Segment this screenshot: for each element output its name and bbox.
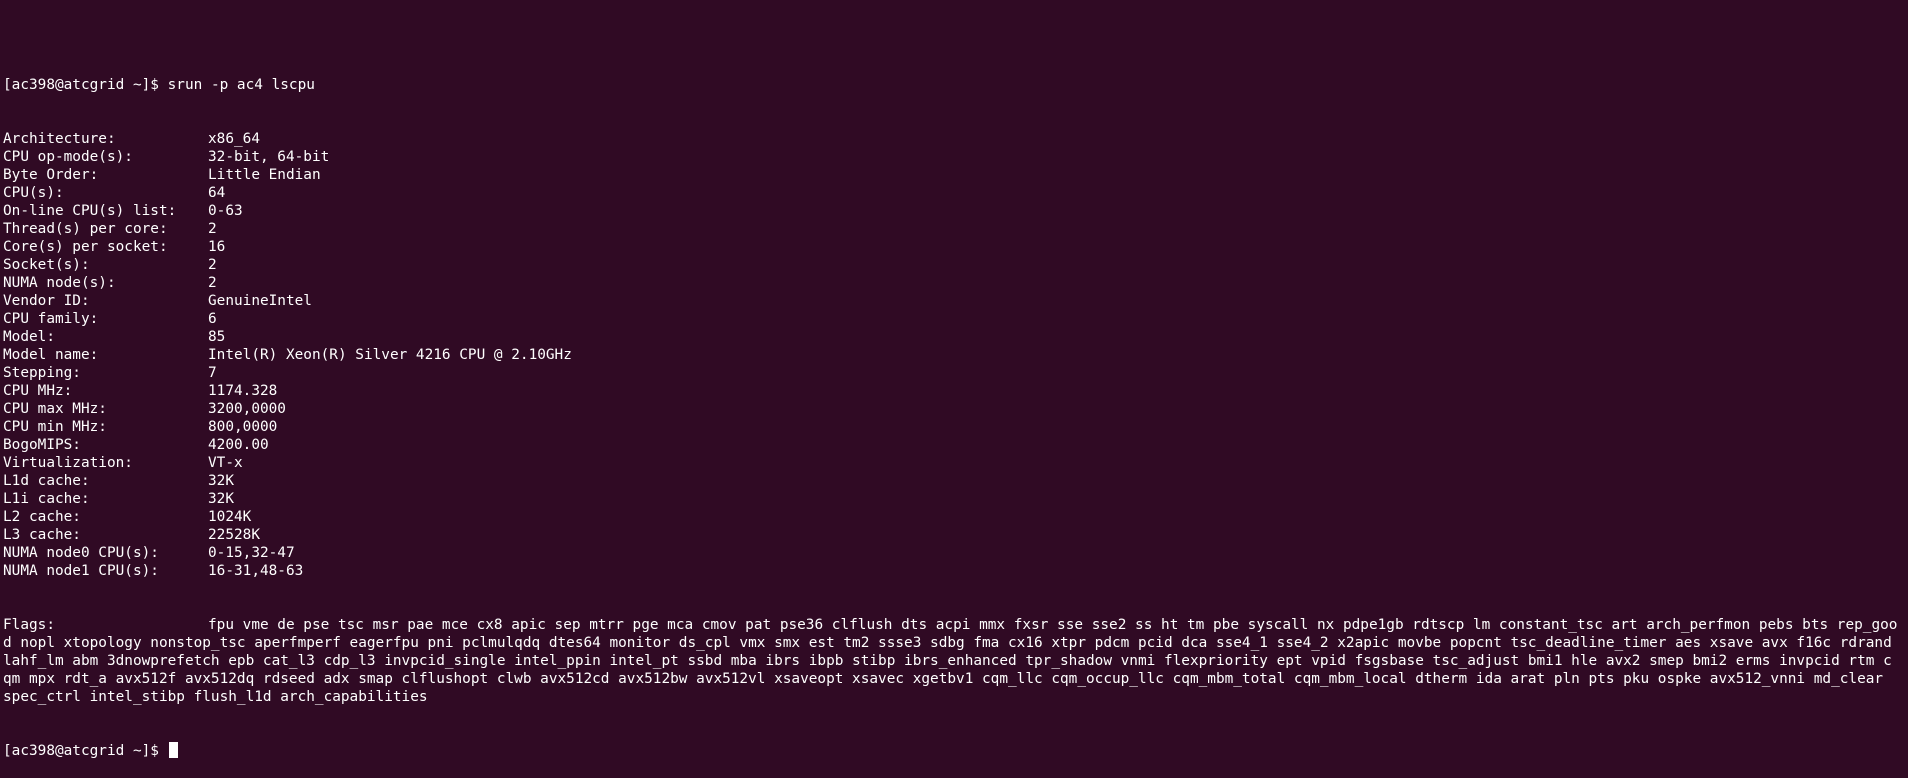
- lscpu-value: VT-x: [208, 455, 243, 471]
- lscpu-value: 32K: [208, 473, 234, 489]
- lscpu-value: Little Endian: [208, 167, 321, 183]
- lscpu-row: On-line CPU(s) list: 0-63: [3, 202, 1903, 220]
- lscpu-value: 85: [208, 329, 226, 345]
- lscpu-key: CPU min MHz:: [3, 419, 107, 435]
- lscpu-value: 0-63: [208, 203, 243, 219]
- command-line: [ac398@atcgrid ~]$ srun -p ac4 lscpu: [3, 76, 1903, 94]
- lscpu-row: CPU max MHz: 3200,0000: [3, 400, 1903, 418]
- lscpu-key: NUMA node(s):: [3, 275, 116, 291]
- lscpu-row: CPU(s): 64: [3, 184, 1903, 202]
- flags-key: Flags:: [3, 617, 55, 633]
- terminal-output[interactable]: ' [ac398@atcgrid ~]$ srun -p ac4 lscpu A…: [3, 0, 1903, 759]
- lscpu-row: L2 cache: 1024K: [3, 508, 1903, 526]
- flags-value: Flags: fpu vme de pse tsc msr pae mce cx8…: [3, 616, 1900, 706]
- lscpu-key: L3 cache:: [3, 527, 81, 543]
- lscpu-value: x86_64: [208, 131, 260, 147]
- lscpu-row: Core(s) per socket: 16: [3, 238, 1903, 256]
- lscpu-row: Architecture: x86_64: [3, 130, 1903, 148]
- lscpu-row: BogoMIPS: 4200.00: [3, 436, 1903, 454]
- lscpu-value: 800,0000: [208, 419, 278, 435]
- lscpu-key: Architecture:: [3, 131, 116, 147]
- lscpu-row: Socket(s): 2: [3, 256, 1903, 274]
- lscpu-key: L2 cache:: [3, 509, 81, 525]
- shell-prompt-final: [ac398@atcgrid ~]$: [3, 743, 168, 759]
- lscpu-value: 7: [208, 365, 217, 381]
- lscpu-key: Model name:: [3, 347, 99, 363]
- lscpu-value: 0-15,32-47: [208, 545, 295, 561]
- lscpu-key: NUMA node1 CPU(s):: [3, 563, 159, 579]
- lscpu-value: GenuineIntel: [208, 293, 312, 309]
- lscpu-value: 32-bit, 64-bit: [208, 149, 330, 165]
- text-cursor: [168, 742, 178, 758]
- lscpu-key: Model:: [3, 329, 55, 345]
- lscpu-value: 3200,0000: [208, 401, 286, 417]
- lscpu-row: CPU family: 6: [3, 310, 1903, 328]
- clipped-previous-line: ': [3, 36, 1903, 40]
- shell-prompt: [ac398@atcgrid ~]$: [3, 77, 168, 93]
- lscpu-value: 1024K: [208, 509, 252, 525]
- lscpu-key: L1d cache:: [3, 473, 90, 489]
- lscpu-row: NUMA node(s): 2: [3, 274, 1903, 292]
- lscpu-row: L1d cache: 32K: [3, 472, 1903, 490]
- lscpu-key: CPU MHz:: [3, 383, 73, 399]
- lscpu-row: L1i cache: 32K: [3, 490, 1903, 508]
- lscpu-key: BogoMIPS:: [3, 437, 81, 453]
- lscpu-row: Stepping: 7: [3, 364, 1903, 382]
- lscpu-key: CPU op-mode(s):: [3, 149, 133, 165]
- lscpu-key: CPU family:: [3, 311, 99, 327]
- lscpu-key: Virtualization:: [3, 455, 133, 471]
- lscpu-row: NUMA node0 CPU(s): 0-15,32-47: [3, 544, 1903, 562]
- lscpu-value: 22528K: [208, 527, 260, 543]
- lscpu-value: 2: [208, 275, 217, 291]
- command-text: srun -p ac4 lscpu: [167, 77, 315, 93]
- lscpu-value: 16-31,48-63: [208, 563, 304, 579]
- lscpu-value: Intel(R) Xeon(R) Silver 4216 CPU @ 2.10G…: [208, 347, 572, 363]
- lscpu-row: CPU MHz: 1174.328: [3, 382, 1903, 400]
- lscpu-value: 16: [208, 239, 226, 255]
- lscpu-row: CPU min MHz: 800,0000: [3, 418, 1903, 436]
- lscpu-output: Architecture: x86_64 CPU op-mode(s): 32-bit…: [3, 130, 1903, 580]
- lscpu-key: CPU(s):: [3, 185, 64, 201]
- lscpu-key: Vendor ID:: [3, 293, 90, 309]
- lscpu-row: Thread(s) per core: 2: [3, 220, 1903, 238]
- lscpu-row: CPU op-mode(s): 32-bit, 64-bit: [3, 148, 1903, 166]
- lscpu-key: Core(s) per socket:: [3, 239, 168, 255]
- lscpu-key: CPU max MHz:: [3, 401, 107, 417]
- flags-row: Flags: fpu vme de pse tsc msr pae mce cx8…: [3, 616, 1903, 706]
- lscpu-row: Virtualization: VT-x: [3, 454, 1903, 472]
- lscpu-value: 32K: [208, 491, 234, 507]
- lscpu-row: Byte Order: Little Endian: [3, 166, 1903, 184]
- lscpu-value: 1174.328: [208, 383, 278, 399]
- lscpu-row: L3 cache: 22528K: [3, 526, 1903, 544]
- flags-list: fpu vme de pse tsc msr pae mce cx8 apic …: [3, 617, 1898, 705]
- lscpu-value: 2: [208, 257, 217, 273]
- lscpu-value: 64: [208, 185, 226, 201]
- lscpu-row: NUMA node1 CPU(s): 16-31,48-63: [3, 562, 1903, 580]
- lscpu-row: Model: 85: [3, 328, 1903, 346]
- lscpu-key: Stepping:: [3, 365, 81, 381]
- lscpu-key: NUMA node0 CPU(s):: [3, 545, 159, 561]
- lscpu-value: 2: [208, 221, 217, 237]
- lscpu-value: 4200.00: [208, 437, 269, 453]
- lscpu-key: Socket(s):: [3, 257, 90, 273]
- lscpu-key: L1i cache:: [3, 491, 90, 507]
- lscpu-key: Thread(s) per core:: [3, 221, 168, 237]
- lscpu-value: 6: [208, 311, 217, 327]
- lscpu-key: Byte Order:: [3, 167, 99, 183]
- lscpu-key: On-line CPU(s) list:: [3, 203, 177, 219]
- lscpu-row: Vendor ID: GenuineIntel: [3, 292, 1903, 310]
- lscpu-row: Model name: Intel(R) Xeon(R) Silver 4216 …: [3, 346, 1903, 364]
- final-prompt-line[interactable]: [ac398@atcgrid ~]$: [3, 742, 1903, 760]
